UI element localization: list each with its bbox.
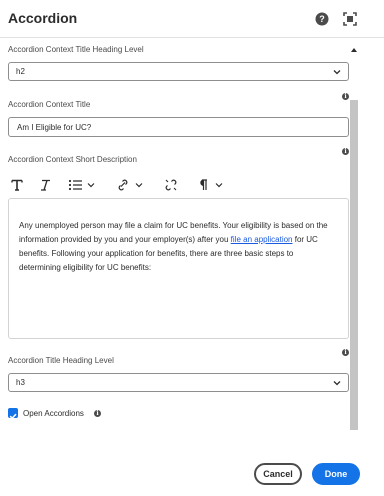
accordion-dialog: Accordion ? Accordion Context Title Head… <box>0 0 384 496</box>
title-heading-level-label: Accordion Title Heading Level <box>8 356 114 365</box>
dialog-title: Accordion <box>8 10 78 26</box>
context-title-label: Accordion Context Title <box>8 100 91 109</box>
help-icon[interactable]: ? <box>314 11 330 27</box>
info-icon[interactable]: i <box>342 93 349 100</box>
open-accordions-label: Open Accordions <box>23 409 84 418</box>
bold-icon[interactable] <box>10 177 24 193</box>
context-heading-level-select[interactable]: h2 <box>8 62 349 81</box>
header-divider <box>0 37 384 38</box>
rich-text-toolbar <box>8 175 349 197</box>
short-description-editor[interactable]: Any unemployed person may file a claim f… <box>8 198 349 339</box>
info-icon[interactable]: i <box>94 410 101 417</box>
open-accordions-checkbox[interactable] <box>8 408 18 420</box>
checkmark-icon <box>9 413 17 420</box>
title-heading-level-select[interactable]: h3 <box>8 373 349 392</box>
dialog-header: Accordion ? <box>0 0 384 38</box>
italic-icon[interactable] <box>38 177 52 193</box>
short-description-label: Accordion Context Short Description <box>8 155 137 164</box>
scrollbar-thumb[interactable] <box>350 100 358 430</box>
unlink-icon[interactable] <box>164 177 178 193</box>
link-icon[interactable] <box>116 177 146 193</box>
list-icon[interactable] <box>68 177 98 193</box>
svg-text:?: ? <box>319 14 325 24</box>
context-heading-level-label: Accordion Context Title Heading Level <box>8 45 144 54</box>
paragraph-icon[interactable] <box>196 177 226 193</box>
scroll-up-arrow-icon[interactable] <box>351 48 357 52</box>
chevron-down-icon <box>333 381 341 386</box>
context-heading-level-value: h2 <box>16 67 25 76</box>
fullscreen-icon[interactable] <box>342 11 358 27</box>
title-heading-level-value: h3 <box>16 378 25 387</box>
info-icon[interactable]: i <box>342 148 349 155</box>
info-icon[interactable]: i <box>342 349 349 356</box>
chevron-down-icon <box>333 70 341 75</box>
context-title-input[interactable] <box>8 117 349 137</box>
file-application-link[interactable]: file an application <box>231 235 293 244</box>
cancel-button[interactable]: Cancel <box>254 463 302 485</box>
done-button[interactable]: Done <box>312 463 360 485</box>
editor-content[interactable]: Any unemployed person may file a claim f… <box>19 219 334 275</box>
